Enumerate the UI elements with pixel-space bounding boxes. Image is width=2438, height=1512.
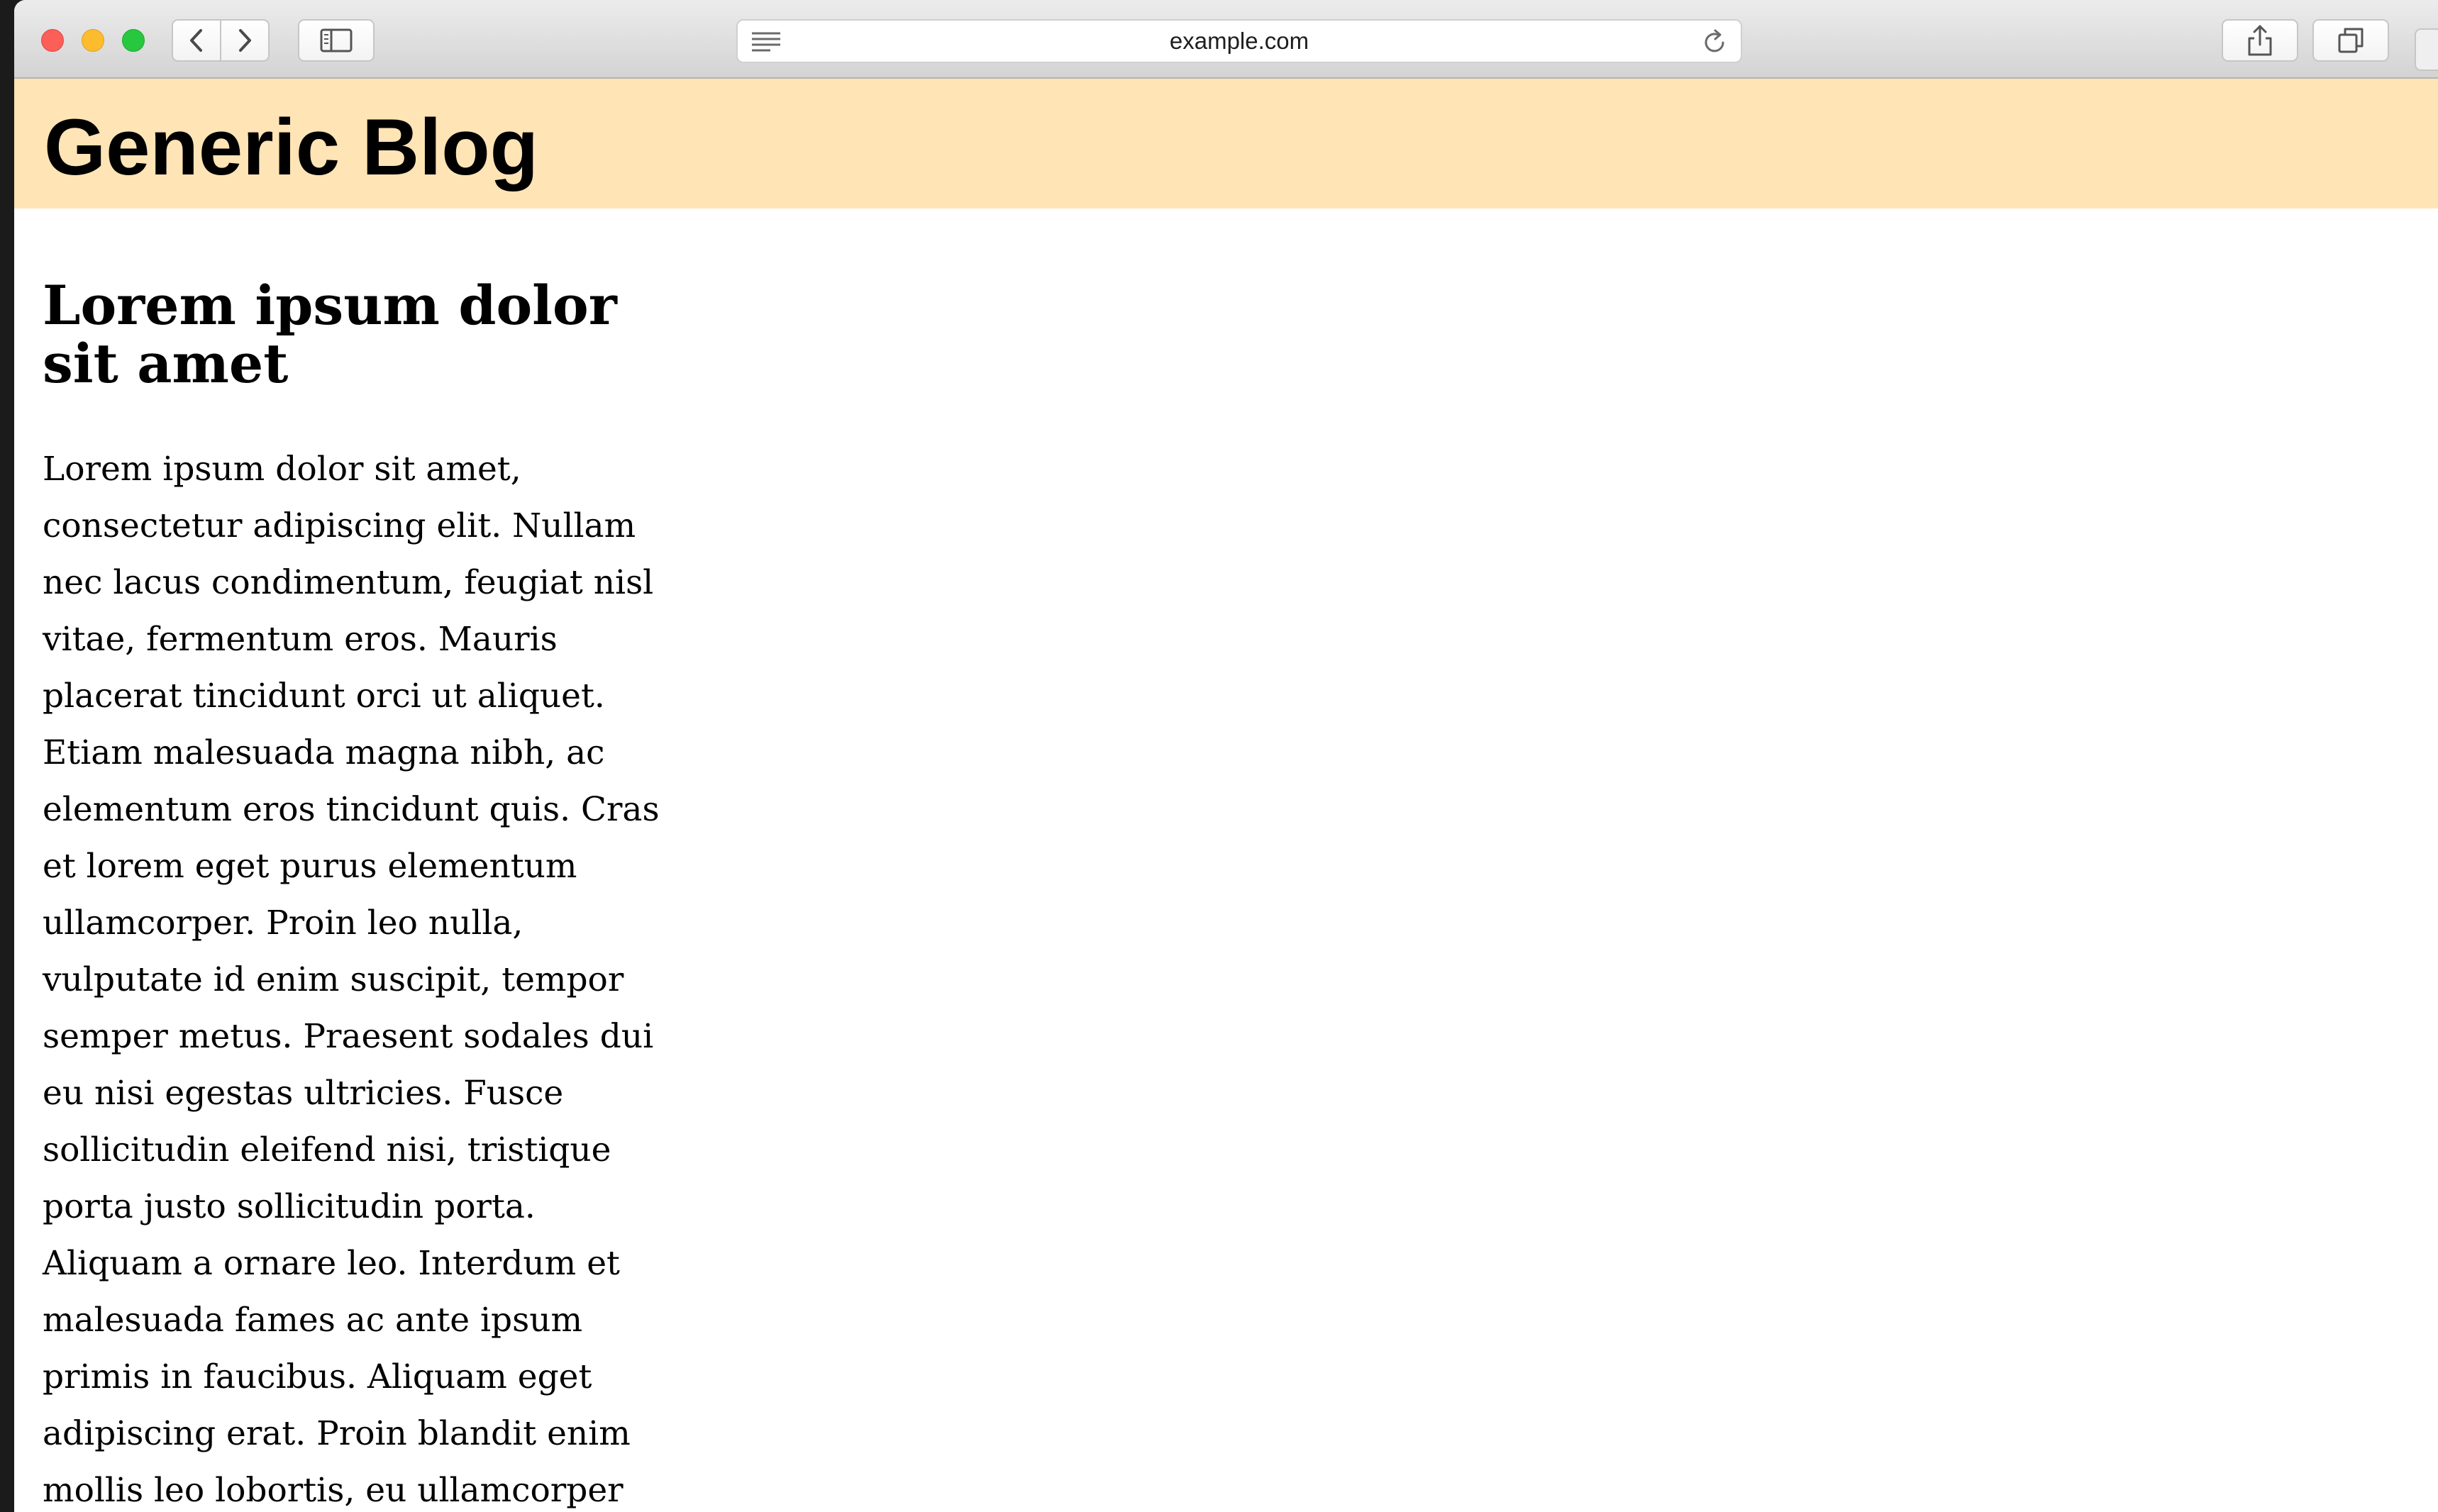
chevron-left-icon [190, 29, 202, 52]
back-button[interactable] [172, 19, 221, 62]
toolbar-overflow-button[interactable] [2415, 28, 2438, 71]
share-icon [2248, 25, 2272, 56]
post-title: Lorem ipsum dolor sit amet [43, 274, 617, 395]
tabs-icon [2338, 28, 2364, 53]
browser-window: example.com Generic Blog Lorem ipsum dol… [14, 0, 2438, 1512]
close-window-button[interactable] [41, 29, 64, 52]
blog-post: Lorem ipsum dolor sit amet Lorem ipsum d… [43, 277, 681, 1512]
share-button[interactable] [2222, 19, 2298, 62]
sidebar-icon [320, 28, 353, 52]
minimize-window-button[interactable] [82, 29, 104, 52]
show-sidebar-button[interactable] [298, 19, 375, 62]
address-bar[interactable]: example.com [736, 19, 1742, 63]
zoom-window-button[interactable] [122, 29, 145, 52]
show-all-tabs-button[interactable] [2312, 19, 2389, 62]
forward-button[interactable] [220, 19, 270, 62]
site-header: Generic Blog [14, 79, 2438, 209]
navigation-buttons [172, 19, 271, 62]
site-title[interactable]: Generic Blog [44, 101, 538, 194]
url-text[interactable]: example.com [738, 21, 1741, 62]
chevron-right-icon [239, 29, 251, 52]
reload-icon[interactable] [1701, 29, 1728, 60]
browser-toolbar: example.com [14, 0, 2438, 79]
post-body: Lorem ipsum dolor sit amet, consectetur … [43, 450, 660, 1510]
